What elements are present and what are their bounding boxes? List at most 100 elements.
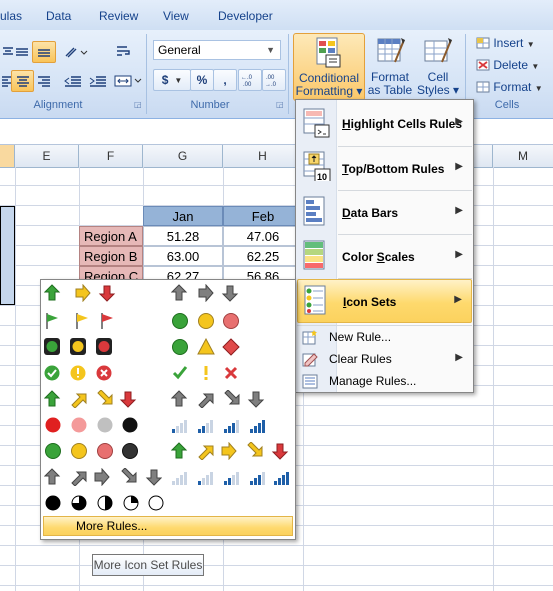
chevron-down-icon: ▼ (526, 40, 535, 49)
icon-set-5-ratings[interactable] (171, 466, 293, 488)
align-right-icon (38, 76, 50, 87)
column-header-e[interactable]: E (15, 145, 79, 167)
insert-label: Insert (493, 36, 524, 50)
menu-item-label: Highlight Cells Rules (342, 117, 463, 131)
icon-set-5-arrows-colored[interactable] (171, 440, 293, 462)
number-group-label: Number (190, 99, 230, 111)
arrows-gray-5-icon (44, 468, 162, 486)
column-header-h[interactable]: H (223, 145, 303, 167)
number-launcher-icon[interactable]: ◲ (276, 100, 284, 109)
icon-set-3-signs[interactable] (171, 336, 293, 358)
format-button[interactable]: Format ▼ (476, 80, 543, 94)
number-format-dropdown[interactable]: General ▼ (153, 40, 281, 60)
format-as-table-button[interactable]: Format as Table ▾ (365, 33, 415, 110)
wrap-text-icon (117, 46, 130, 56)
icon-set-3-arrows-gray[interactable] (171, 282, 293, 304)
column-header-g[interactable]: G (143, 145, 223, 167)
icon-set-4-traffic-lights[interactable] (44, 440, 166, 462)
icon-set-4-ratings[interactable] (171, 414, 293, 436)
feb-value-cell[interactable]: 62.25 (223, 246, 303, 266)
percent-symbol: % (196, 73, 208, 87)
top-bottom-icon: 10 (303, 151, 331, 181)
menu-item-new-rule[interactable]: New Rule... (297, 326, 472, 348)
menu-item-manage-rules[interactable]: Manage Rules... (297, 370, 472, 392)
icon-set-3-arrows-colored[interactable] (44, 282, 166, 304)
symbols-circled-icon (44, 365, 112, 381)
alignment-launcher-icon[interactable]: ◲ (134, 100, 142, 109)
align-bottom-button[interactable] (32, 41, 56, 63)
icon-set-3-traffic-lights-rimmed[interactable] (44, 336, 166, 358)
increase-decimal-button[interactable]: ←.0.00 (238, 69, 262, 91)
accounting-format-button[interactable]: $ ▼ (153, 69, 191, 91)
region-cell[interactable]: Region A (79, 226, 143, 246)
month-header-feb[interactable]: Feb (223, 206, 303, 226)
tab-developer[interactable]: Developer (218, 9, 273, 23)
comma-style-button[interactable]: , (213, 69, 237, 91)
arrows-gray-icon (171, 284, 239, 302)
selected-range[interactable] (0, 206, 15, 305)
column-header-m[interactable]: M (493, 145, 553, 167)
arrows-colored-5-icon (171, 442, 289, 460)
menu-item-top-bottom-rules[interactable]: 10 Top/Bottom Rules ▶ (297, 147, 472, 191)
menu-item-label: Clear Rules (329, 352, 392, 366)
orientation-button[interactable] (60, 41, 92, 63)
tab-data[interactable]: Data (46, 9, 71, 23)
icon-set-red-to-black[interactable] (44, 414, 166, 436)
number-format-value: General (158, 43, 201, 57)
menu-item-data-bars[interactable]: Data Bars ▶ (297, 191, 472, 235)
more-rules-label: More Rules... (76, 519, 148, 533)
icon-set-5-arrows-gray[interactable] (44, 466, 166, 488)
tab-view[interactable]: View (163, 9, 189, 23)
month-header-jan[interactable]: Jan (143, 206, 223, 226)
data-bars-icon (303, 196, 325, 226)
menu-item-color-scales[interactable]: Color Scales ▶ (297, 235, 472, 279)
merge-center-button[interactable] (111, 70, 145, 92)
wrap-text-button[interactable] (111, 41, 137, 63)
tab-formulas[interactable]: ulas (0, 9, 22, 23)
menu-item-icon-sets[interactable]: Icon Sets ▶ (297, 279, 472, 323)
region-cell[interactable]: Region B (79, 246, 143, 266)
menu-item-highlight-cells-rules[interactable]: Highlight Cells Rules ▶ (297, 102, 472, 146)
menu-item-clear-rules[interactable]: Clear Rules ▶ (297, 348, 472, 370)
red-to-black-icon (45, 417, 138, 433)
submenu-arrow-icon: ▶ (455, 116, 463, 127)
tab-review[interactable]: Review (99, 9, 138, 23)
icon-set-3-traffic-lights-unrimmed[interactable] (171, 310, 293, 332)
icon-set-4-arrows-gray[interactable] (171, 388, 293, 410)
traffic-lights-unrimmed-icon (172, 313, 239, 329)
align-middle-button[interactable] (11, 41, 33, 63)
merge-center-icon (114, 75, 142, 87)
icon-set-3-flags[interactable] (44, 310, 166, 332)
decrease-indent-icon (64, 76, 81, 87)
icon-set-4-arrows-colored[interactable] (44, 388, 166, 410)
feb-value-cell[interactable]: 47.06 (223, 226, 303, 246)
icon-set-5-quarters[interactable] (44, 492, 166, 514)
chevron-down-icon: ▼ (174, 75, 183, 85)
column-header-f[interactable]: F (79, 145, 143, 167)
delete-button[interactable]: Delete ▼ (476, 58, 539, 72)
jan-value-cell[interactable]: 63.00 (143, 246, 223, 266)
decrease-indent-button[interactable] (61, 70, 85, 92)
align-center-button[interactable] (11, 70, 34, 92)
increase-indent-button[interactable] (86, 70, 110, 92)
icon-set-3-symbols-uncircled[interactable] (171, 362, 293, 384)
more-rules-button[interactable]: More Rules... (43, 516, 293, 536)
ribbon-tab-bar: ulas Data Review View Developer (0, 0, 553, 30)
percent-style-button[interactable]: % (190, 69, 214, 91)
icon-set-3-symbols-circled[interactable] (44, 362, 166, 384)
delete-cells-icon (476, 59, 490, 71)
column-header-d[interactable] (0, 145, 15, 167)
insert-button[interactable]: Insert ▼ (476, 36, 535, 50)
clear-rules-icon (302, 353, 318, 367)
grid-line (493, 167, 494, 591)
grid-line (15, 167, 16, 591)
arrows-colored-icon (44, 284, 116, 302)
jan-value-cell[interactable]: 51.28 (143, 226, 223, 246)
cell-styles-button[interactable]: Cell Styles ▾ (415, 33, 461, 99)
menu-item-label: Data Bars (342, 206, 399, 220)
menu-item-label: Top/Bottom Rules (342, 162, 445, 176)
decrease-decimal-button[interactable]: .00 →.0 (262, 69, 286, 91)
conditional-formatting-button[interactable]: Conditional Formatting ▾ (293, 33, 365, 101)
align-right-button[interactable] (33, 70, 55, 92)
ratings-4-icon (172, 420, 265, 433)
